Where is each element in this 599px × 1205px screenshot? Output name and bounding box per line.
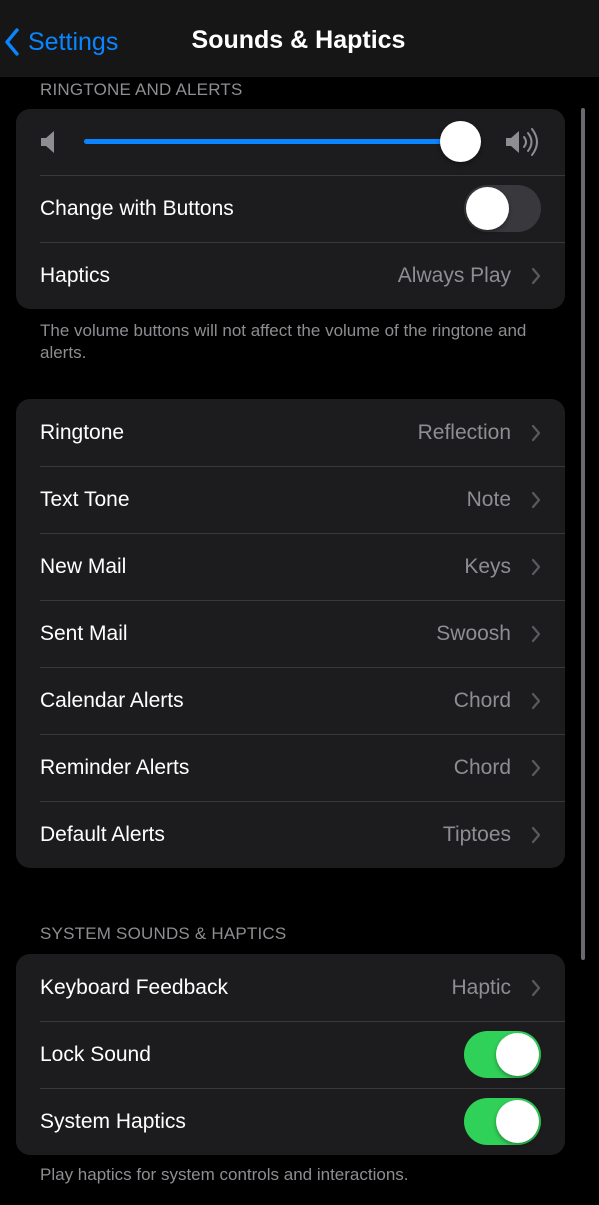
tone-row-value: Swoosh bbox=[436, 622, 511, 645]
tone-row-label: Text Tone bbox=[40, 488, 130, 511]
section-header-ringtone-alerts: RINGTONE AND ALERTS bbox=[40, 80, 243, 99]
toggle-knob bbox=[466, 187, 509, 230]
speaker-high-icon bbox=[506, 128, 538, 156]
lock-sound-label: Lock Sound bbox=[40, 1043, 151, 1066]
tone-row-value: Chord bbox=[453, 689, 511, 712]
tone-row-text-tone[interactable]: Text Tone Note bbox=[16, 466, 565, 533]
chevron-right-icon bbox=[531, 491, 541, 509]
system-haptics-row: System Haptics bbox=[16, 1088, 565, 1155]
tone-row-value: Note bbox=[466, 488, 511, 511]
tone-row-default-alerts[interactable]: Default Alerts Tiptoes bbox=[16, 801, 565, 868]
keyboard-feedback-label: Keyboard Feedback bbox=[40, 976, 228, 999]
tone-row-new-mail[interactable]: New Mail Keys bbox=[16, 533, 565, 600]
toggle-knob bbox=[496, 1100, 539, 1143]
tone-row-value: Keys bbox=[464, 555, 511, 578]
page-title: Sounds & Haptics bbox=[191, 26, 406, 54]
chevron-right-icon bbox=[531, 558, 541, 576]
speaker-low-icon bbox=[41, 131, 54, 153]
tone-row-label: Reminder Alerts bbox=[40, 756, 190, 779]
chevron-right-icon bbox=[531, 759, 541, 777]
ringtone-alerts-footer: The volume buttons will not affect the v… bbox=[40, 321, 527, 362]
tone-row-sent-mail[interactable]: Sent Mail Swoosh bbox=[16, 600, 565, 667]
tone-row-label: New Mail bbox=[40, 555, 127, 578]
chevron-right-icon bbox=[531, 979, 541, 997]
chevron-right-icon bbox=[531, 826, 541, 844]
haptics-label: Haptics bbox=[40, 264, 111, 287]
haptics-value: Always Play bbox=[397, 264, 511, 287]
toggle-knob bbox=[496, 1033, 539, 1076]
change-with-buttons-toggle[interactable] bbox=[464, 185, 541, 232]
haptics-row[interactable]: Haptics Always Play bbox=[16, 242, 565, 309]
lock-sound-toggle[interactable] bbox=[464, 1031, 541, 1078]
system-sounds-footer: Play haptics for system controls and int… bbox=[40, 1165, 409, 1184]
change-with-buttons-label: Change with Buttons bbox=[40, 197, 234, 220]
chevron-right-icon bbox=[531, 267, 541, 285]
chevron-right-icon bbox=[531, 625, 541, 643]
lock-sound-row: Lock Sound bbox=[16, 1021, 565, 1088]
tone-row-label: Default Alerts bbox=[40, 823, 165, 846]
tone-row-value: Chord bbox=[453, 756, 511, 779]
tone-row-value: Tiptoes bbox=[442, 823, 511, 846]
keyboard-feedback-row[interactable]: Keyboard Feedback Haptic bbox=[16, 954, 565, 1021]
scrollbar[interactable] bbox=[581, 108, 585, 960]
system-sounds-group: Keyboard Feedback Haptic Lock Sound Syst… bbox=[16, 954, 565, 1155]
section-header-system-sounds: SYSTEM SOUNDS & HAPTICS bbox=[40, 924, 287, 943]
tone-row-ringtone[interactable]: Ringtone Reflection bbox=[16, 399, 565, 466]
volume-slider[interactable] bbox=[84, 121, 482, 162]
tone-row-value: Reflection bbox=[417, 421, 511, 444]
system-haptics-label: System Haptics bbox=[40, 1110, 186, 1133]
navigation-bar: Settings Sounds & Haptics bbox=[0, 0, 599, 77]
volume-slider-fill bbox=[84, 139, 461, 144]
system-haptics-toggle[interactable] bbox=[464, 1098, 541, 1145]
tone-row-label: Calendar Alerts bbox=[40, 689, 184, 712]
tone-row-label: Sent Mail bbox=[40, 622, 128, 645]
chevron-right-icon bbox=[531, 692, 541, 710]
tone-row-label: Ringtone bbox=[40, 421, 125, 444]
tone-row-reminder-alerts[interactable]: Reminder Alerts Chord bbox=[16, 734, 565, 801]
tones-group: Ringtone Reflection Text Tone Note New M… bbox=[16, 399, 565, 868]
chevron-right-icon bbox=[531, 424, 541, 442]
keyboard-feedback-value: Haptic bbox=[451, 976, 511, 999]
volume-slider-thumb[interactable] bbox=[440, 121, 482, 162]
ringtone-alerts-group: Change with Buttons Haptics Always Play bbox=[16, 109, 565, 309]
tone-row-calendar-alerts[interactable]: Calendar Alerts Chord bbox=[16, 667, 565, 734]
change-with-buttons-row: Change with Buttons bbox=[16, 175, 565, 242]
volume-slider-row bbox=[16, 109, 565, 175]
